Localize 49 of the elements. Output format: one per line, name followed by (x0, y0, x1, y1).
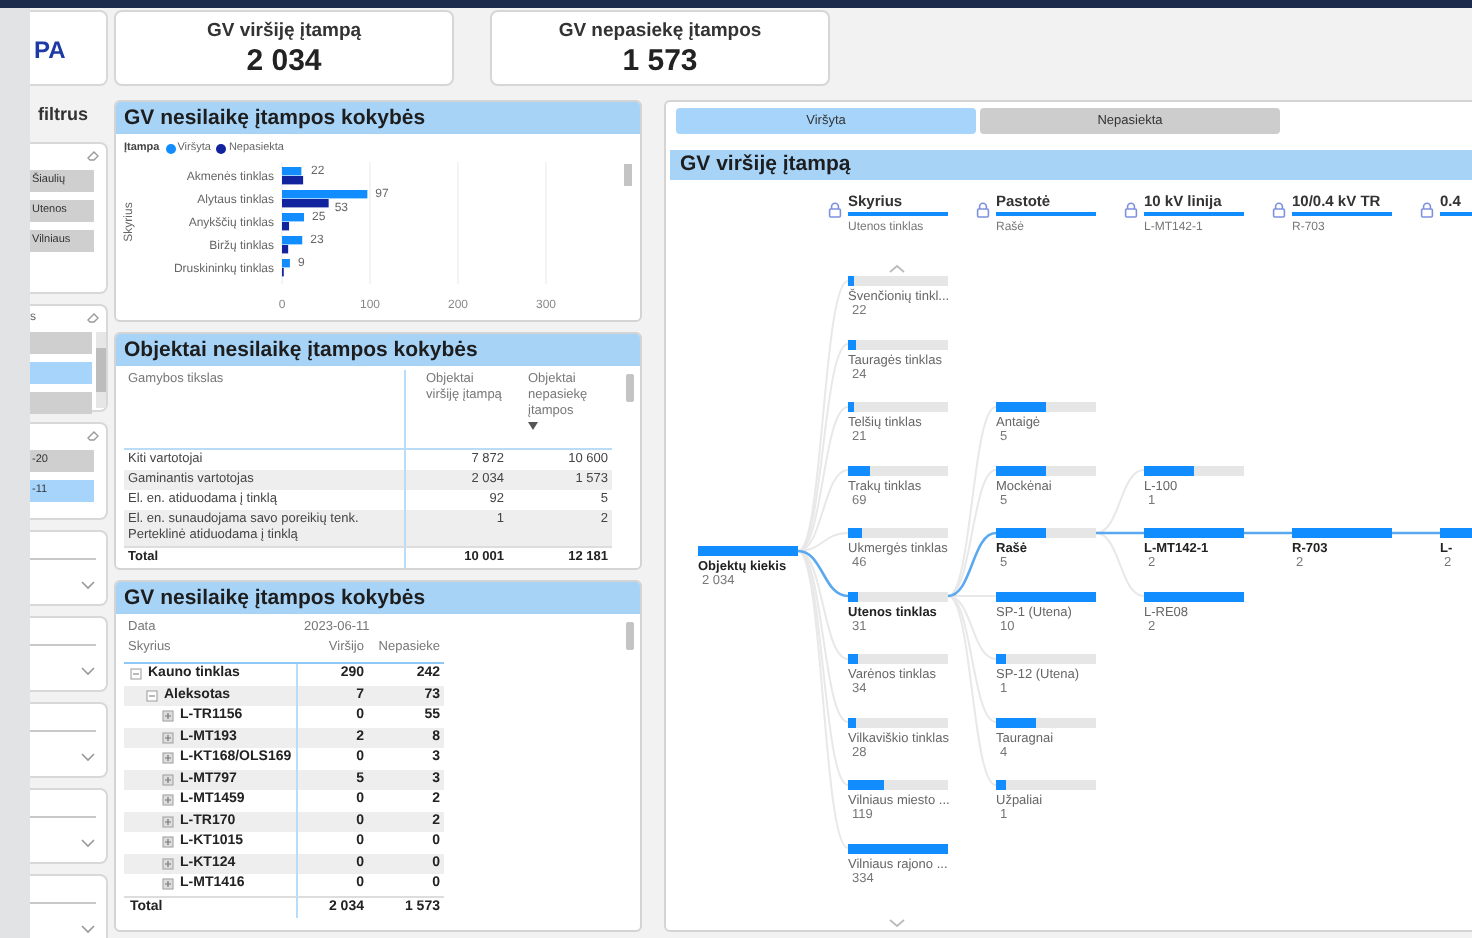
expand-icon[interactable] (162, 773, 174, 786)
panel-title: GV viršiję įtampą (670, 150, 1472, 180)
expand-icon[interactable] (162, 836, 174, 849)
connector-line (1244, 531, 1292, 535)
kpi-title: GV viršiję įtampą (206, 20, 362, 42)
scrollbar[interactable] (96, 332, 106, 408)
dropdown-field[interactable] (30, 788, 108, 864)
chevron-down-icon[interactable] (888, 917, 906, 927)
dropdown-field[interactable] (30, 616, 108, 692)
scrollbar[interactable] (626, 374, 634, 402)
dropdown-field[interactable] (30, 874, 108, 938)
panel-title: Objektai nesilaikę įtampos kokybės (116, 334, 640, 366)
expand-icon[interactable] (162, 731, 174, 744)
chevron-down-icon[interactable] (80, 666, 96, 676)
grid-line (281, 161, 283, 285)
eraser-icon[interactable] (86, 149, 100, 161)
expand-icon[interactable] (162, 857, 174, 870)
expand-icon[interactable] (162, 815, 174, 828)
chevron-down-icon[interactable] (80, 580, 96, 590)
logo-text: PA (34, 36, 68, 64)
scrollbar[interactable] (626, 622, 634, 650)
collapse-icon[interactable] (130, 668, 142, 681)
kpi-title: GV nepasiekę įtampos (558, 20, 762, 42)
lock-icon[interactable] (1420, 202, 1434, 218)
filter-heading: filtrus (36, 102, 91, 128)
kpi-value: 2 034 (246, 44, 322, 78)
scrollbar[interactable] (624, 164, 632, 186)
expand-icon[interactable] (162, 878, 174, 891)
expand-icon[interactable] (162, 710, 174, 723)
connector-line (1392, 531, 1440, 535)
lock-icon[interactable] (1272, 202, 1286, 218)
eraser-icon[interactable] (86, 311, 100, 323)
kpi-value: 1 573 (622, 44, 698, 78)
panel-title: GV nesilaikę įtampos kokybės (116, 102, 640, 134)
chevron-up-icon[interactable] (888, 264, 906, 274)
lock-icon[interactable] (976, 202, 990, 218)
expand-icon[interactable] (162, 752, 174, 765)
sort-icon[interactable] (528, 422, 538, 430)
chevron-down-icon[interactable] (80, 924, 96, 934)
lock-icon[interactable] (1124, 202, 1138, 218)
dropdown-field[interactable] (30, 702, 108, 778)
eraser-icon[interactable] (86, 429, 100, 441)
lock-icon[interactable] (828, 202, 842, 218)
chevron-down-icon[interactable] (80, 838, 96, 848)
expand-icon[interactable] (162, 794, 174, 807)
collapse-icon[interactable] (146, 689, 158, 702)
chevron-down-icon[interactable] (80, 752, 96, 762)
panel-title: GV nesilaikę įtampos kokybės (116, 582, 640, 614)
dropdown-field[interactable] (30, 530, 108, 606)
